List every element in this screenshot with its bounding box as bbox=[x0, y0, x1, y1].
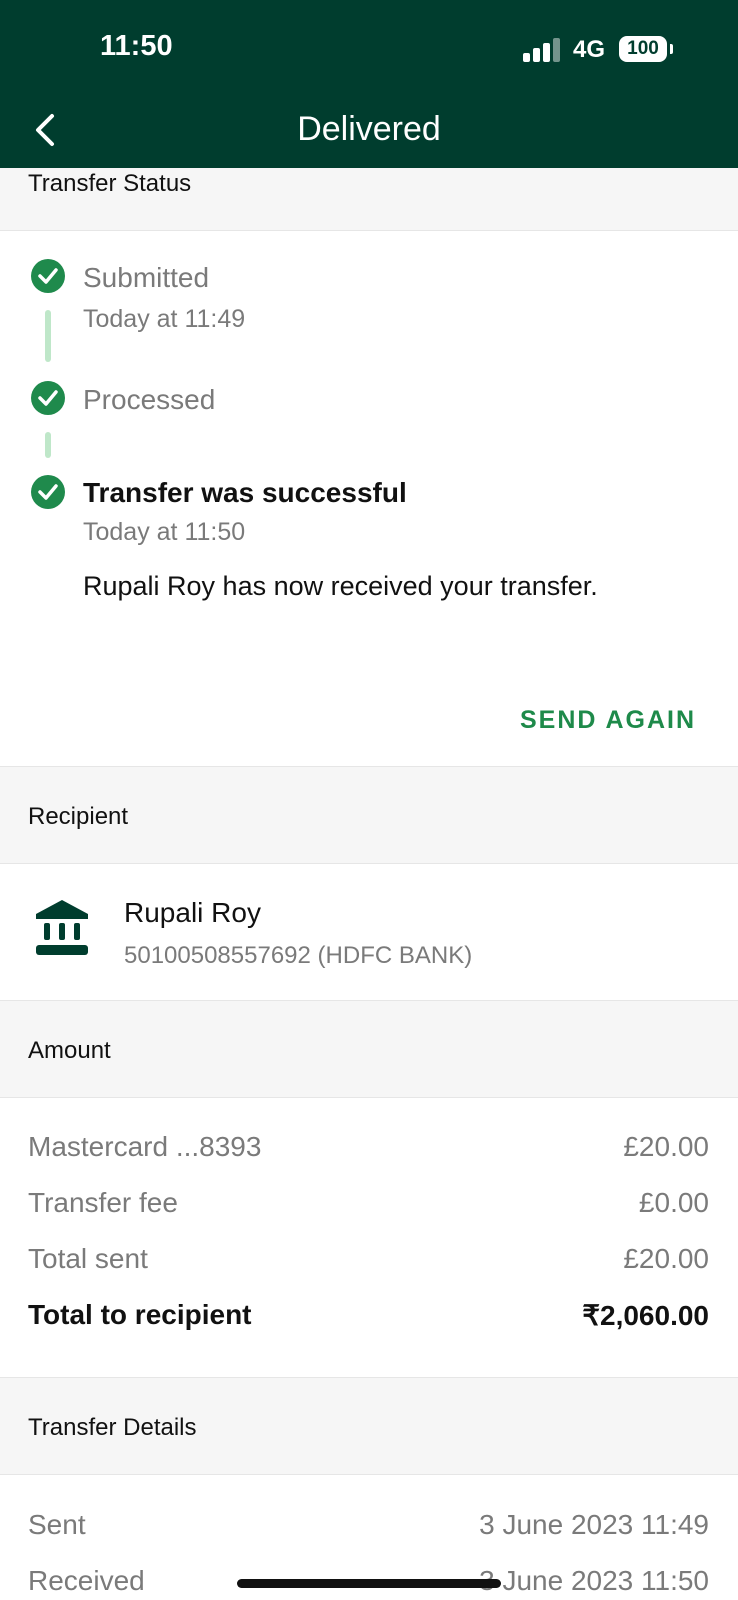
detail-row-value: 3 June 2023 11:49 bbox=[479, 1509, 709, 1540]
step-processed-label: Processed bbox=[83, 384, 216, 415]
step-connector bbox=[45, 310, 51, 362]
amount-row-label: Mastercard ...8393 bbox=[28, 1131, 262, 1162]
battery-icon: 100 bbox=[619, 36, 667, 62]
recipient-header: Recipient bbox=[0, 766, 738, 864]
amount-heading: Amount bbox=[28, 1037, 111, 1064]
check-circle-icon bbox=[31, 259, 65, 293]
status-time: 11:50 bbox=[100, 30, 173, 62]
top-bar: 11:50 4G 100 Delivered bbox=[0, 0, 738, 168]
recipient-name: Rupali Roy bbox=[124, 897, 261, 928]
step-connector bbox=[45, 432, 51, 458]
recipient-account: 50100508557692 (HDFC BANK) bbox=[124, 942, 473, 969]
page-title: Delivered bbox=[297, 110, 441, 148]
signal-icon bbox=[523, 38, 563, 62]
transfer-details-heading: Transfer Details bbox=[28, 1414, 197, 1441]
amount-row-label: Transfer fee bbox=[28, 1187, 178, 1218]
step-success-label: Transfer was successful bbox=[83, 477, 407, 508]
amount-header: Amount bbox=[0, 1000, 738, 1098]
bank-icon bbox=[36, 900, 88, 955]
check-circle-icon bbox=[31, 475, 65, 509]
step-success-message: Rupali Roy has now received your transfe… bbox=[83, 571, 598, 601]
network-type: 4G bbox=[573, 36, 606, 63]
battery-tip bbox=[670, 44, 673, 54]
detail-row-value: 3 June 2023 11:50 bbox=[479, 1565, 709, 1596]
total-to-recipient-value: ₹2,060.00 bbox=[582, 1300, 709, 1331]
transfer-status-heading: Transfer Status bbox=[28, 170, 192, 197]
transfer-status-header: Transfer Status bbox=[0, 168, 738, 231]
detail-row-label: Received bbox=[28, 1565, 145, 1596]
send-again-button[interactable]: SEND AGAIN bbox=[520, 706, 696, 735]
amount-row-value: £20.00 bbox=[623, 1131, 709, 1162]
check-circle-icon bbox=[31, 381, 65, 415]
total-to-recipient-label: Total to recipient bbox=[28, 1299, 252, 1330]
step-submitted-time: Today at 11:49 bbox=[83, 305, 246, 333]
amount-row-label: Total sent bbox=[28, 1243, 148, 1274]
detail-row-label: Sent bbox=[28, 1509, 86, 1540]
amount-row-value: £0.00 bbox=[638, 1187, 709, 1218]
amount-row-value: £20.00 bbox=[623, 1243, 709, 1274]
home-indicator[interactable] bbox=[237, 1579, 501, 1588]
step-submitted-label: Submitted bbox=[83, 262, 210, 293]
recipient-heading: Recipient bbox=[28, 803, 129, 830]
step-success-time: Today at 11:50 bbox=[83, 518, 246, 546]
transfer-details-header: Transfer Details bbox=[0, 1377, 738, 1475]
